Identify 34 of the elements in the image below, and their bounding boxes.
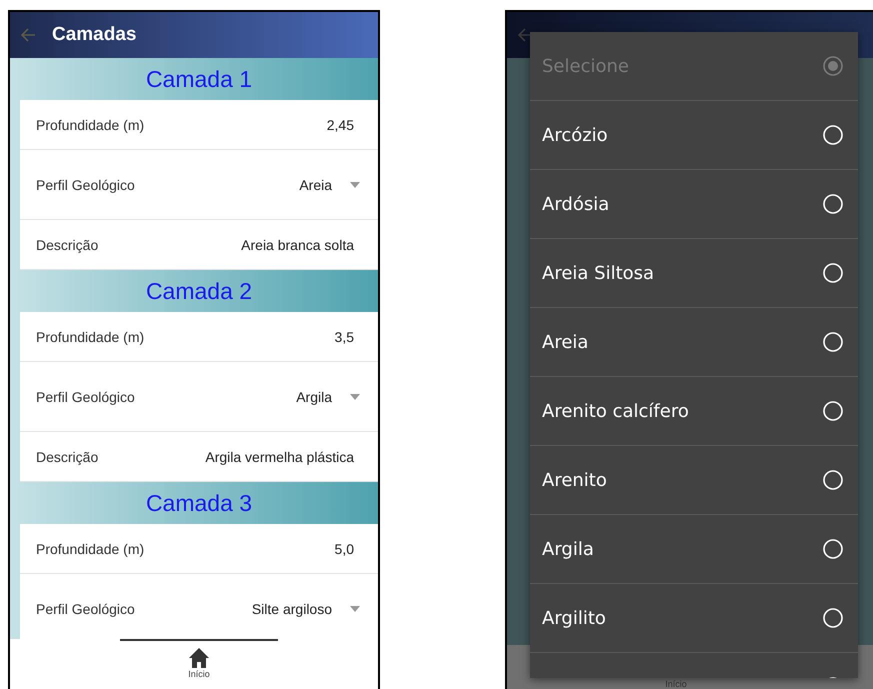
select-field[interactable]: Perfil Geológico Areia	[20, 150, 378, 220]
option-item[interactable]: Areia Siltosa	[530, 239, 858, 308]
caret-icon	[350, 394, 360, 400]
nav-label: Início	[665, 679, 687, 689]
option-item[interactable]: Argilito	[530, 584, 858, 653]
option-item[interactable]: Argila	[530, 515, 858, 584]
radio-icon[interactable]	[822, 538, 844, 560]
input-field[interactable]: Descrição Areia branca solta	[20, 220, 378, 270]
option-item[interactable]: Ardósia	[530, 170, 858, 239]
radio-icon[interactable]	[822, 124, 844, 146]
select-field[interactable]: Perfil Geológico Silte argiloso	[20, 574, 378, 639]
caret-icon	[350, 606, 360, 612]
bottom-nav-item[interactable]: Início	[120, 639, 278, 689]
select-field[interactable]: Perfil Geológico Argila	[20, 362, 378, 432]
caret-icon	[350, 182, 360, 188]
input-field[interactable]: Profundidade (m) 2,45	[20, 100, 378, 150]
radio-icon[interactable]	[822, 400, 844, 422]
screen-title: Camadas	[52, 24, 136, 46]
radio-icon[interactable]	[822, 469, 844, 491]
radio-icon[interactable]	[822, 193, 844, 215]
option-item[interactable]: Arcózio	[530, 101, 858, 170]
radio-icon[interactable]	[822, 331, 844, 353]
layer-title: Camada 2	[144, 276, 254, 306]
radio-icon[interactable]	[822, 262, 844, 284]
radio-icon[interactable]	[822, 607, 844, 629]
layer-title: Camada 3	[144, 488, 254, 518]
input-field[interactable]: Profundidade (m) 3,5	[20, 312, 378, 362]
option-item[interactable]: Areia	[530, 308, 858, 377]
option-item[interactable]: Arenito calcífero	[530, 377, 858, 446]
input-field[interactable]: Descrição Argila vermelha plástica	[20, 432, 378, 482]
home-icon	[188, 647, 210, 669]
layer-title: Camada 1	[144, 64, 254, 94]
option-item[interactable]: Arenito	[530, 446, 858, 515]
input-field[interactable]: Profundidade (m) 5,0	[20, 524, 378, 574]
